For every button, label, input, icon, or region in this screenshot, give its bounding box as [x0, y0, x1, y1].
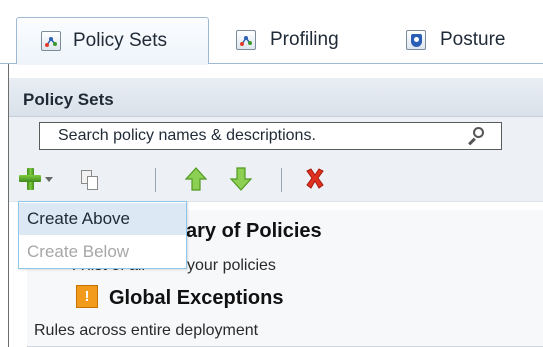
duplicate-icon[interactable] — [79, 165, 99, 193]
menu-item-create-below: Create Below — [27, 242, 130, 261]
policy-item-desc: Rules across entire deployment — [34, 322, 259, 339]
add-policy-dropdown-menu: Create Above Create Below — [18, 201, 187, 269]
posture-shield-icon — [406, 30, 426, 50]
search-icon[interactable] — [468, 127, 487, 146]
chevron-down-icon[interactable] — [45, 177, 53, 182]
top-tab-strip: Policy Sets Profiling Posture — [0, 0, 543, 68]
tab-label: Posture — [440, 29, 506, 50]
policy-item-title[interactable]: Global Exceptions — [109, 287, 283, 310]
policy-item-desc: your policies — [187, 257, 276, 274]
tab-policy-sets[interactable]: Policy Sets — [16, 17, 209, 63]
search-input[interactable] — [40, 123, 478, 149]
menu-item-create-above[interactable]: Create Above — [19, 203, 186, 235]
warning-badge-icon: ! — [76, 285, 98, 308]
toolbar-separator — [155, 168, 156, 192]
active-tab-gap — [17, 63, 208, 65]
toolbar-separator — [281, 168, 282, 192]
tab-profiling[interactable]: Profiling — [236, 17, 406, 63]
arrow-up-icon[interactable] — [183, 165, 209, 193]
search-box[interactable] — [39, 122, 502, 150]
policy-sets-icon — [41, 30, 61, 51]
delete-x-icon[interactable] — [304, 165, 326, 193]
arrow-down-icon[interactable] — [228, 165, 254, 193]
plus-icon[interactable] — [19, 165, 41, 193]
policy-item-title[interactable]: ary of Policies — [186, 220, 322, 243]
shield-shape — [411, 34, 422, 47]
tab-label: Profiling — [270, 29, 339, 50]
panel-title: Policy Sets — [23, 90, 114, 109]
profiling-icon — [236, 30, 256, 50]
tab-label: Policy Sets — [73, 29, 167, 51]
tab-posture[interactable]: Posture — [406, 17, 543, 63]
